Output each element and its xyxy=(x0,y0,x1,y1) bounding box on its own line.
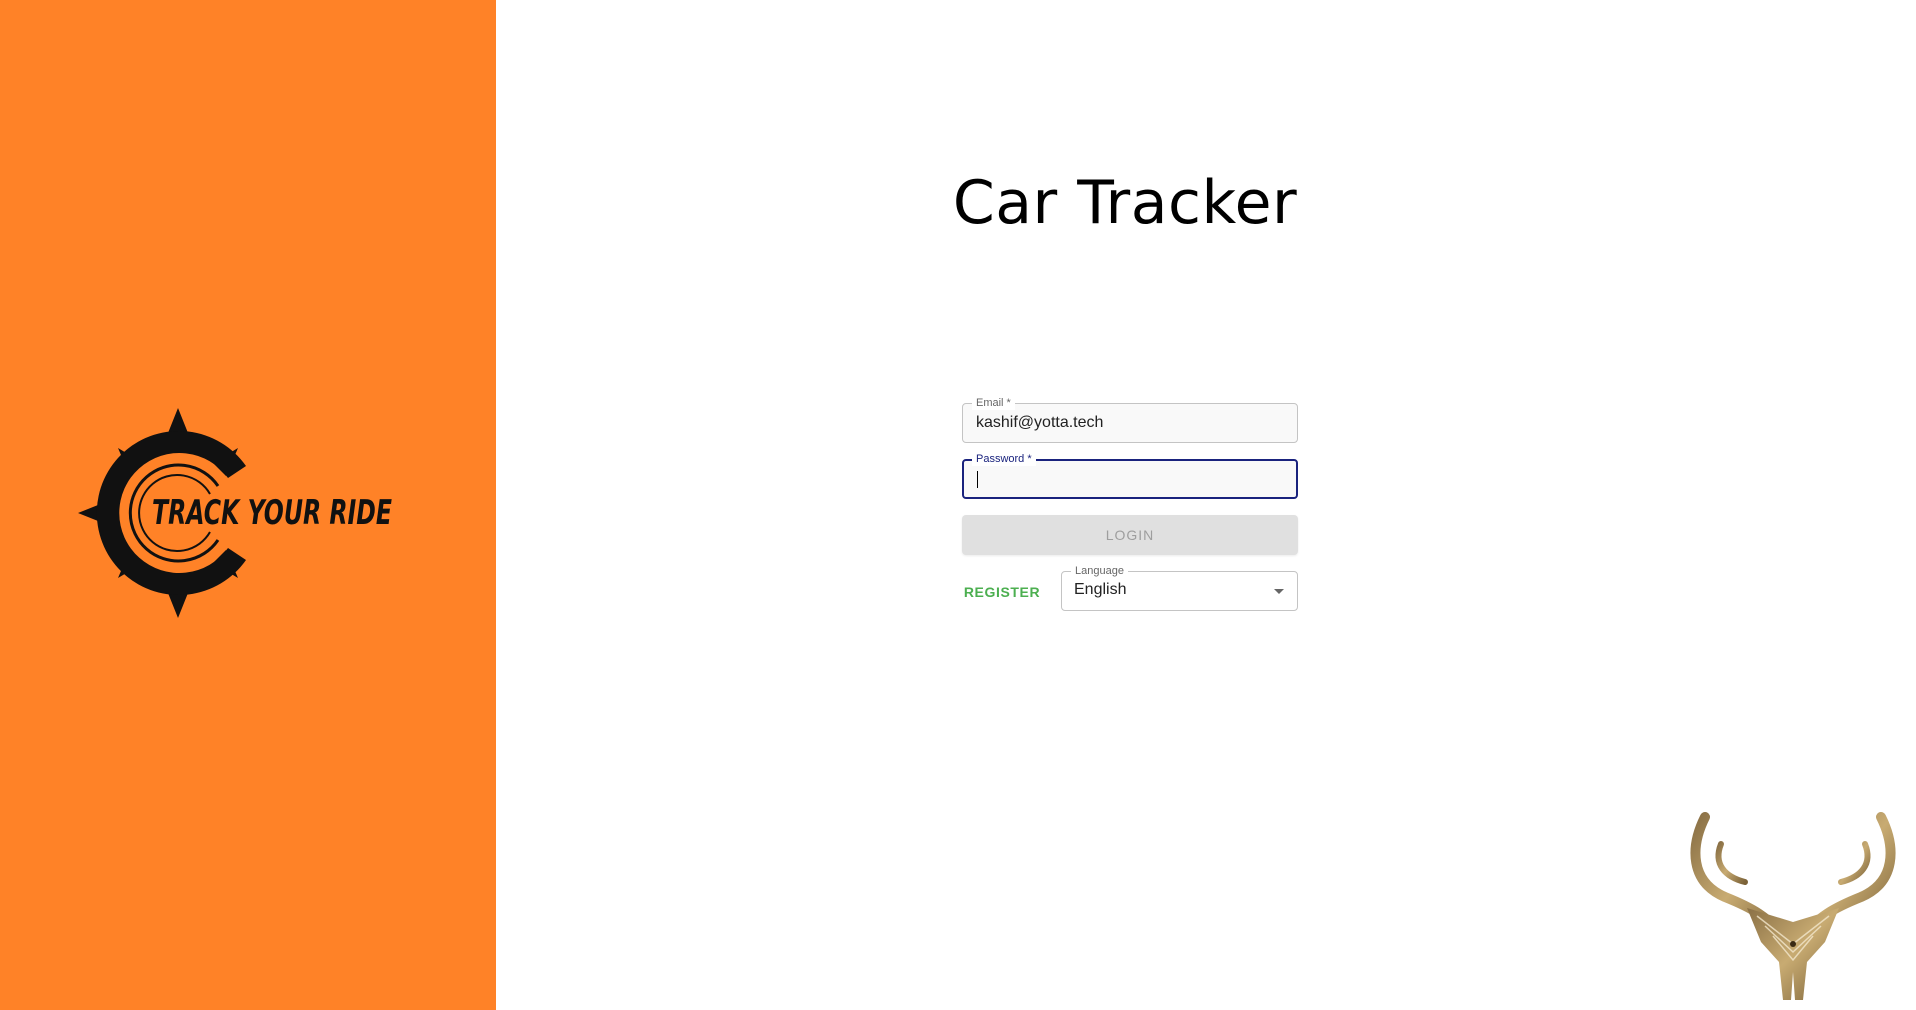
login-button[interactable]: LOGIN xyxy=(962,515,1298,555)
brand-panel: TRACK YOUR RIDE xyxy=(0,0,496,1010)
language-value: English xyxy=(1074,581,1127,598)
register-button[interactable]: REGISTER xyxy=(962,574,1042,610)
email-field[interactable]: Email * kashif@yotta.tech xyxy=(962,396,1298,443)
email-value[interactable]: kashif@yotta.tech xyxy=(976,414,1103,432)
page-title: Car Tracker xyxy=(952,168,1298,238)
password-label: Password * xyxy=(972,452,1036,466)
svg-text:TRACK YOUR RIDE: TRACK YOUR RIDE xyxy=(152,493,392,533)
password-input[interactable] xyxy=(976,468,1280,492)
login-page: TRACK YOUR RIDE Car Tracker Email * kash… xyxy=(0,0,1916,1010)
track-your-ride-logo: TRACK YOUR RIDE xyxy=(78,408,398,618)
email-label: Email * xyxy=(972,396,1015,410)
antler-emblem-logo xyxy=(1685,812,1901,1002)
language-label: Language xyxy=(1071,564,1128,578)
password-field[interactable]: Password * xyxy=(962,452,1298,499)
language-select[interactable]: Language English xyxy=(1061,564,1298,611)
text-caret xyxy=(977,471,978,488)
chevron-down-icon[interactable] xyxy=(1274,589,1284,594)
